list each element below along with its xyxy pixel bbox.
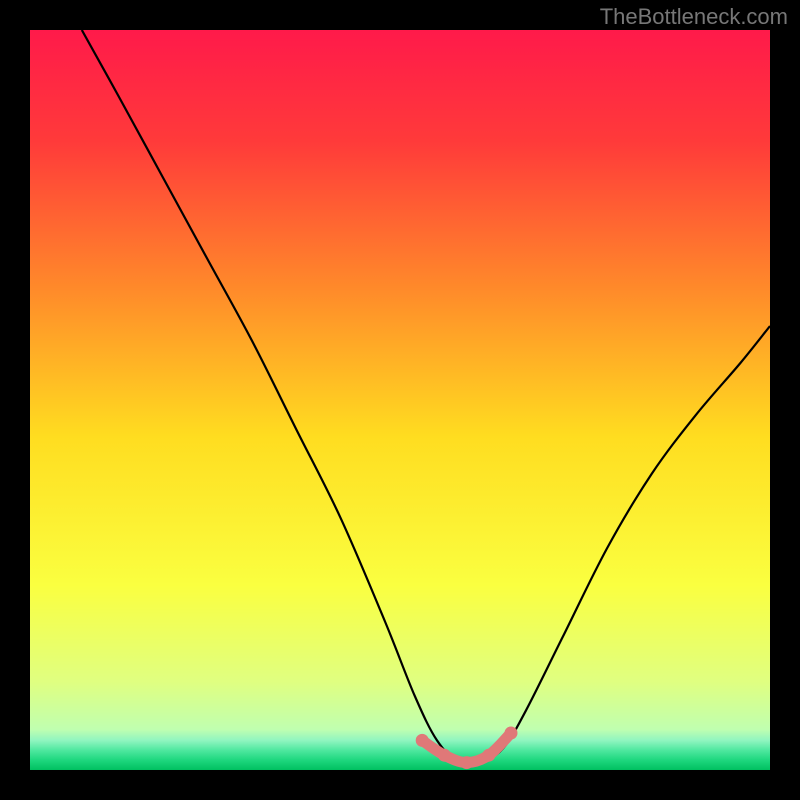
watermark-text: TheBottleneck.com <box>600 4 788 30</box>
chart-container: TheBottleneck.com <box>0 0 800 800</box>
chart-area <box>30 30 770 770</box>
gradient-background <box>30 30 770 770</box>
